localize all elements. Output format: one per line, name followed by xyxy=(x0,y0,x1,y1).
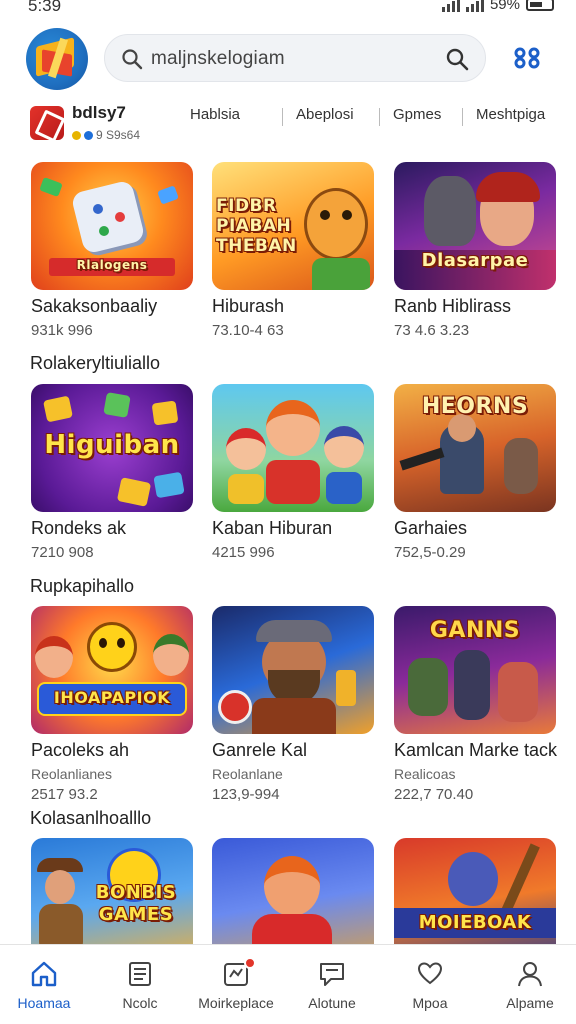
card-meta: 2517 93.2 xyxy=(31,786,98,803)
card-title: Pacoleks ah xyxy=(31,740,130,760)
thumbnail-caption: HEORNS xyxy=(421,394,529,419)
nav-label: Hoamaa xyxy=(17,995,71,1011)
thumbnail-caption: MOIEBOAK xyxy=(418,912,532,933)
search-input[interactable]: maljnskelogiam xyxy=(151,48,285,70)
header: maljnskelogiam xyxy=(0,26,576,94)
card-subtitle: Realicoas xyxy=(394,766,456,782)
verified-icon xyxy=(84,130,93,140)
developer-icon[interactable] xyxy=(30,106,64,140)
game-card[interactable]: Higuiban Rondeks ak 7210 908 xyxy=(31,384,193,561)
nav-profile[interactable]: Alpame xyxy=(482,959,576,1011)
home-icon xyxy=(31,961,57,987)
game-card[interactable]: HEORNS Garhaies 752,5-0.29 xyxy=(394,384,556,561)
thumbnail-caption: BONBIS GAMES xyxy=(95,882,177,925)
card-title: Ganrele Kal xyxy=(212,740,308,760)
status-icons: 59% xyxy=(441,0,554,13)
search-bar[interactable]: maljnskelogiam xyxy=(104,34,486,82)
developer-name[interactable]: bdlsy7 xyxy=(72,103,126,123)
document-icon xyxy=(129,962,151,986)
status-bar: 5:39 59% xyxy=(0,0,576,22)
nav-wishlist[interactable]: Mpoa xyxy=(382,959,478,1011)
chat-icon xyxy=(320,963,344,986)
game-thumbnail[interactable]: HEORNS xyxy=(394,384,556,512)
section-title: Rolakeryltiuliallo xyxy=(30,353,161,373)
tab-1[interactable]: Hablsia xyxy=(190,106,240,123)
card-title: Rondeks ak xyxy=(31,518,127,538)
thumbnail-caption: Rlalogens xyxy=(76,258,148,272)
card-title: Ranb Hiblirass xyxy=(394,296,512,316)
card-title: Sakaksonbaaliy xyxy=(31,296,158,316)
thumbnail-caption: Dlasarpae xyxy=(421,250,529,271)
game-thumbnail[interactable]: IHOAPAPIOK xyxy=(31,606,193,734)
game-thumbnail[interactable]: Higuiban xyxy=(31,384,193,512)
nav-chat[interactable]: Alotune xyxy=(284,959,380,1011)
signal-icon xyxy=(441,0,460,12)
game-thumbnail[interactable] xyxy=(212,606,374,734)
game-thumbnail[interactable]: GANNS xyxy=(394,606,556,734)
game-card[interactable]: GANNS Kamlcan Marke tack Realicoas 222,7… xyxy=(394,606,557,803)
profile-icon xyxy=(518,962,542,987)
signal-icon xyxy=(465,0,484,12)
divider xyxy=(379,108,380,126)
heart-hand-icon xyxy=(417,962,443,985)
card-title: Kamlcan Marke tack xyxy=(394,740,558,760)
tab-4[interactable]: Meshtpiga xyxy=(476,106,545,123)
bottom-navigation: Hoamaa Ncolc Moirkeplace Alotune Mpoa Al… xyxy=(0,944,576,1024)
thumbnail-caption: GANNS xyxy=(429,618,521,643)
developer-meta-text: 9 S9s64 xyxy=(96,128,141,142)
divider xyxy=(462,108,463,126)
sub-navigation: bdlsy7 9 S9s64 Hablsia Abeplosi Gpmes Me… xyxy=(0,100,576,146)
divider xyxy=(282,108,283,126)
nav-label: Alpame xyxy=(506,995,554,1011)
game-thumbnail[interactable] xyxy=(212,384,374,512)
game-card[interactable]: Dlasarpae Ranb Hiblirass 73 4.6 3.23 xyxy=(394,162,556,339)
card-meta: 4215 996 xyxy=(212,544,275,561)
card-subtitle: Reolanlane xyxy=(212,766,283,782)
nav-label: Mpoa xyxy=(412,995,448,1011)
card-meta: 222,7 70.40 xyxy=(394,786,474,803)
card-meta: 931k 996 xyxy=(31,322,93,339)
card-meta: 73 4.6 3.23 xyxy=(394,322,470,339)
tab-2[interactable]: Abeplosi xyxy=(296,106,354,123)
game-thumbnail[interactable]: Rlalogens xyxy=(31,162,193,290)
card-meta: 7210 908 xyxy=(31,544,94,561)
game-card[interactable]: FIDBR PIABAH THEBAN Hiburash 73.10-4 63 xyxy=(212,162,374,339)
game-thumbnail[interactable]: FIDBR PIABAH THEBAN xyxy=(212,162,374,290)
thumbnail-caption: IHOAPAPIOK xyxy=(53,688,171,707)
developer-meta: 9 S9s64 xyxy=(72,128,140,142)
game-card[interactable]: Rlalogens Sakaksonbaaliy 931k 996 xyxy=(31,162,193,339)
section-title: Rupkapihallo xyxy=(30,576,135,596)
card-title: Hiburash xyxy=(212,296,285,316)
nav-label: Ncolc xyxy=(122,995,158,1011)
section-title: Kolasanlhoalllo xyxy=(30,808,152,828)
card-meta: 123,9-994 xyxy=(212,786,280,803)
game-card[interactable]: Kaban Hiburan 4215 996 xyxy=(212,384,374,561)
coin-icon xyxy=(72,130,81,140)
tab-3[interactable]: Gpmes xyxy=(393,106,441,123)
game-card[interactable]: IHOAPAPIOK Pacoleks ah Reolanlianes 2517… xyxy=(31,606,193,803)
scan-icon[interactable] xyxy=(512,44,542,72)
search-icon xyxy=(121,48,143,75)
card-meta: 73.10-4 63 xyxy=(212,322,284,339)
nav-marketplace[interactable]: Moirkeplace xyxy=(188,957,284,1011)
card-meta: 752,5-0.29 xyxy=(394,544,466,561)
nav-label: Moirkeplace xyxy=(198,995,274,1011)
card-title: Kaban Hiburan xyxy=(212,518,333,538)
battery-icon xyxy=(526,0,554,11)
thumbnail-caption: FIDBR PIABAH THEBAN xyxy=(216,196,297,256)
thumbnail-caption: Higuiban xyxy=(44,430,180,460)
card-title: Garhaies xyxy=(394,518,468,538)
app-logo[interactable] xyxy=(26,28,88,90)
game-thumbnail[interactable]: Dlasarpae xyxy=(394,162,556,290)
nav-label: Alotune xyxy=(308,995,356,1011)
battery-percent: 59% xyxy=(489,0,520,13)
nav-home[interactable]: Hoamaa xyxy=(0,959,92,1011)
status-time: 5:39 xyxy=(28,0,62,15)
search-submit-icon[interactable] xyxy=(445,47,469,76)
game-card[interactable]: Ganrele Kal Reolanlane 123,9-994 xyxy=(212,606,374,803)
nav-news[interactable]: Ncolc xyxy=(92,959,188,1011)
notification-badge xyxy=(244,957,256,969)
card-subtitle: Reolanlianes xyxy=(31,766,112,782)
